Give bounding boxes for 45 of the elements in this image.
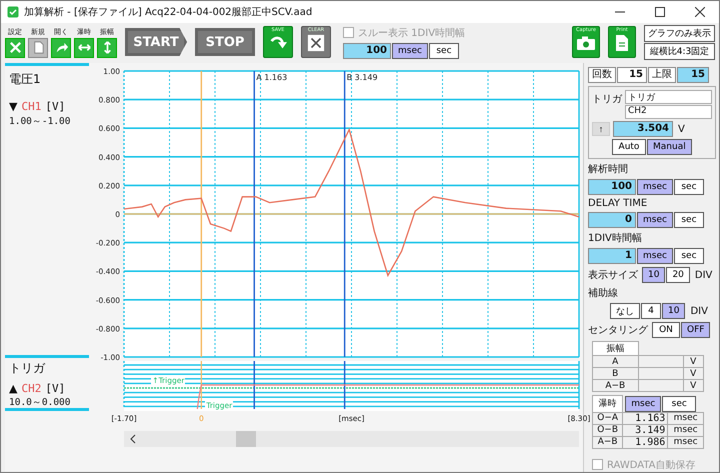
window-title: 加算解析 - [保存ファイル] Acq22-04-04-002服部正中SCV.aad bbox=[24, 6, 312, 19]
table-cell: O−B bbox=[592, 424, 623, 436]
channel-id: CH1 bbox=[21, 100, 42, 113]
channel-name: トリガ bbox=[9, 360, 46, 377]
channel-marker: ▲ bbox=[9, 382, 18, 395]
table-cell: msec bbox=[668, 436, 704, 448]
table-cell: O−A bbox=[592, 412, 623, 424]
table-header: 振幅 bbox=[592, 342, 638, 356]
setting-label: 解析時間 bbox=[588, 162, 629, 176]
cursor-label: B 3.149 bbox=[346, 73, 378, 82]
table-cell: B bbox=[592, 368, 638, 380]
unit-label: DIV bbox=[689, 306, 708, 316]
count-label: 回数 bbox=[588, 67, 616, 83]
table-header: 瀑時 bbox=[592, 396, 623, 412]
channel-range: 10.0～0.000 bbox=[9, 396, 72, 409]
cursor-label: A 1.163 bbox=[256, 73, 288, 82]
unit-label: DIV bbox=[694, 270, 712, 280]
trigger-label: トリガ bbox=[592, 93, 622, 107]
table-cell: A−B bbox=[592, 380, 638, 392]
checkbox-label: スルー表示 1DIV時間幅 bbox=[358, 26, 466, 40]
setting-label: センタリング bbox=[588, 324, 648, 337]
table-cell: V bbox=[683, 380, 704, 392]
table-cell: A bbox=[592, 356, 638, 368]
count-value: 15 bbox=[617, 67, 647, 83]
unit-label: V bbox=[677, 124, 685, 134]
setting-label: 表示サイズ bbox=[588, 268, 638, 282]
setting-label: 1DIV時間幅 bbox=[588, 232, 643, 245]
setting-label: 補助線 bbox=[588, 286, 619, 300]
limit-label: 上限 bbox=[648, 67, 676, 83]
checkbox-label: RAWDATA自動保存 bbox=[607, 458, 696, 472]
table-cell: msec bbox=[668, 424, 704, 436]
channel-marker: ▼ bbox=[9, 100, 18, 113]
table-cell: V bbox=[683, 356, 704, 368]
table-cell: A−B bbox=[592, 436, 623, 448]
table-cell: msec bbox=[668, 412, 704, 424]
channel-unit: [V] bbox=[45, 100, 66, 113]
table-cell: 1.163 bbox=[622, 412, 668, 424]
table-cell: 3.149 bbox=[622, 424, 668, 436]
channel-name: 電圧1 bbox=[9, 71, 42, 88]
channel-range: 1.00～-1.00 bbox=[9, 115, 72, 128]
table-cell: V bbox=[683, 368, 704, 380]
setting-label: DELAY TIME bbox=[588, 198, 648, 209]
channel-id: CH2 bbox=[21, 382, 42, 395]
channel-unit: [V] bbox=[45, 382, 66, 395]
table-cell: 1.986 bbox=[622, 436, 668, 448]
